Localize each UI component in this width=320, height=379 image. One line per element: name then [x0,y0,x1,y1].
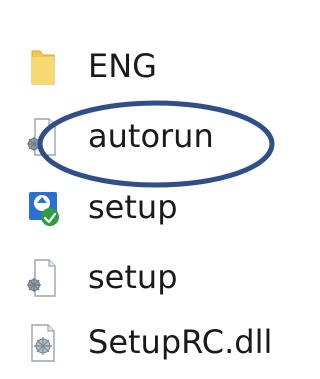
file-name-label: setup [88,188,178,226]
file-item-eng[interactable]: ENG [0,36,286,96]
file-name-label: setup [88,258,178,296]
file-item-setup-config[interactable]: setup [0,247,286,307]
file-list: ENG autorun setup setup SetupRC.dll [0,0,286,379]
dll-file-icon [18,320,68,366]
settings-file-icon [18,255,68,301]
file-name-label: autorun [88,117,214,155]
settings-file-icon [18,114,68,160]
file-item-setuprc-dll[interactable]: SetupRC.dll [0,312,286,372]
file-item-autorun[interactable]: autorun [0,106,286,166]
folder-icon [18,44,68,90]
file-item-setup-exe[interactable]: setup [0,177,286,237]
file-name-label: SetupRC.dll [88,323,273,361]
installer-icon [18,185,68,231]
file-name-label: ENG [88,47,157,85]
